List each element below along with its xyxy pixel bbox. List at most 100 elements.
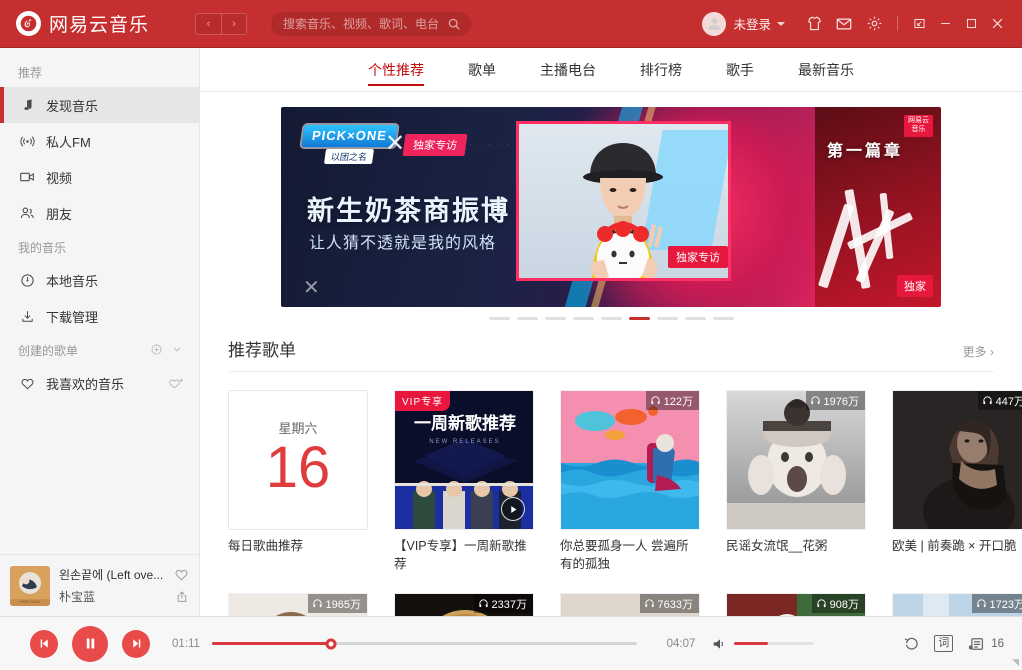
sidebar-item-my-favorite-music[interactable]: 我喜欢的音乐	[0, 365, 199, 401]
playlist-count: 16	[991, 637, 1004, 650]
user-account-button[interactable]: 未登录	[702, 11, 785, 36]
sidebar-item-local-music[interactable]: 本地音乐	[0, 262, 199, 298]
banner-dot[interactable]	[712, 317, 734, 320]
banner-dot[interactable]	[544, 317, 566, 320]
tab-radio[interactable]: 主播电台	[540, 48, 596, 92]
sidebar-group-title-my-music: 我的音乐	[18, 241, 67, 255]
banner-dot[interactable]	[600, 317, 622, 320]
player-bar: 01:11 04:07 词 16 ◥	[0, 616, 1022, 670]
banner-dot[interactable]	[684, 317, 706, 320]
banner-dot[interactable]	[488, 317, 510, 320]
progress-slider[interactable]	[212, 638, 637, 649]
lyrics-icon[interactable]: 词	[934, 635, 954, 652]
close-button[interactable]	[984, 9, 1010, 39]
tab-charts[interactable]: 排行榜	[640, 48, 682, 92]
sidebar-item-label: 视频	[46, 170, 73, 186]
content-scroll[interactable]: PICK×ONE 以团之名 独家专访 ✕ ✕ · · · · · · · · ·…	[200, 92, 1022, 616]
play-count: 1965万	[325, 598, 361, 611]
play-button[interactable]	[501, 497, 525, 521]
tab-personal-recommend[interactable]: 个性推荐	[368, 48, 424, 92]
mail-icon[interactable]	[829, 9, 859, 39]
share-icon[interactable]	[175, 590, 189, 604]
playlist-cover[interactable]: 7633万	[560, 593, 700, 616]
playlist-cover[interactable]: 2337万	[394, 593, 534, 616]
playlist-card[interactable]: 一周新歌推荐 NEW RELEASES VIP专享 【VIP专享】一周新歌推荐	[394, 390, 534, 573]
playlist-cover[interactable]: 1965万	[228, 593, 368, 616]
tab-artists[interactable]: 歌手	[726, 48, 754, 92]
banner[interactable]: PICK×ONE 以团之名 独家专访 ✕ ✕ · · · · · · · · ·…	[281, 107, 941, 307]
minimize-button[interactable]	[932, 9, 958, 39]
banner-photo: 独家专访	[515, 121, 731, 281]
play-count-badge: 1723万	[971, 594, 1022, 613]
playlist-card[interactable]: 122万 你总要孤身一人 尝遍所有的孤独	[560, 390, 700, 573]
playlist-card[interactable]: 2337万	[394, 593, 534, 616]
sidebar: 推荐 发现音乐 私人FM 视频 朋友 我的音乐 本地音乐 下载管理 创建的歌单 …	[0, 48, 200, 616]
playlist-card[interactable]: 908万	[726, 593, 866, 616]
banner-carousel[interactable]: PICK×ONE 以团之名 独家专访 ✕ ✕ · · · · · · · · ·…	[200, 92, 1022, 307]
gear-icon[interactable]	[859, 9, 889, 39]
play-count: 7633万	[657, 598, 693, 611]
playlist-card[interactable]: 7633万	[560, 593, 700, 616]
playlist-cover[interactable]: 447万	[892, 390, 1022, 530]
tab-playlists[interactable]: 歌单	[468, 48, 496, 92]
mini-mode-button[interactable]	[906, 9, 932, 39]
sidebar-item-video[interactable]: 视频	[0, 159, 199, 195]
nav-back-button[interactable]: ‹	[195, 12, 221, 35]
banner-dot[interactable]	[572, 317, 594, 320]
playlist-card[interactable]: 1976万 民谣女流氓__花粥	[726, 390, 866, 573]
now-playing-artist: 朴宝蓝	[59, 590, 96, 604]
volume-slider[interactable]	[734, 642, 814, 645]
banner-main-slide[interactable]: PICK×ONE 以团之名 独家专访 ✕ ✕ · · · · · · · · ·…	[281, 107, 815, 307]
chevron-down-icon[interactable]	[171, 343, 183, 358]
pause-icon[interactable]	[72, 625, 108, 662]
previous-icon[interactable]	[30, 629, 58, 658]
playlist-icon[interactable]	[967, 635, 985, 653]
now-playing-title: 왼손끝에 (Left ove...	[59, 568, 164, 582]
tab-new-music[interactable]: 最新音乐	[798, 48, 854, 92]
content-scrollbar[interactable]	[1017, 92, 1022, 616]
playlist-cover[interactable]: 1976万	[726, 390, 866, 530]
now-playing-panel[interactable]: PARK BOM 왼손끝에 (Left ove... 朴宝蓝	[0, 554, 199, 616]
playlist-card[interactable]: 1965万	[228, 593, 368, 616]
sidebar-item-friends[interactable]: 朋友	[0, 195, 199, 231]
volume-control[interactable]	[711, 636, 814, 652]
playlist-cover[interactable]: 122万	[560, 390, 700, 530]
playlist-cover[interactable]: 908万	[726, 593, 866, 616]
sidebar-item-label: 私人FM	[46, 134, 91, 150]
sidebar-item-personal-fm[interactable]: 私人FM	[0, 123, 199, 159]
skin-icon[interactable]	[799, 9, 829, 39]
progress-handle[interactable]	[325, 638, 337, 649]
current-time: 01:11	[172, 637, 200, 650]
banner-pagination[interactable]	[200, 307, 1022, 326]
search-input[interactable]	[283, 16, 447, 31]
svg-text:NEW RELEASES: NEW RELEASES	[429, 439, 500, 445]
playlist-cover[interactable]: 一周新歌推荐 NEW RELEASES VIP专享	[394, 390, 534, 530]
playlist-card[interactable]: 星期六 16 每日歌曲推荐	[228, 390, 368, 573]
heart-icon	[18, 376, 36, 391]
daily-recommend-calendar[interactable]: 星期六 16	[228, 390, 368, 530]
banner-dot[interactable]	[656, 317, 678, 320]
heart-outline-icon[interactable]	[174, 567, 189, 582]
playlist-cover[interactable]: 1723万	[892, 593, 1022, 616]
next-icon[interactable]	[122, 629, 150, 658]
sidebar-item-download-manager[interactable]: 下载管理	[0, 298, 199, 334]
playlist-card[interactable]: 447万 欧美 | 前奏跪 × 开口脆	[892, 390, 1022, 573]
maximize-button[interactable]	[958, 9, 984, 39]
sidebar-item-discover-music[interactable]: 发现音乐	[0, 87, 199, 123]
plus-icon[interactable]	[150, 343, 163, 359]
banner-side-slide[interactable]: 网易云 音乐 第一篇章 独家	[815, 107, 941, 307]
banner-dot[interactable]	[516, 317, 538, 320]
banner-dot-active[interactable]	[628, 317, 650, 320]
search-box[interactable]	[271, 11, 471, 36]
playlist-card[interactable]: 1723万	[892, 593, 1022, 616]
nav-forward-button[interactable]: ›	[221, 12, 247, 35]
svg-text:一周新歌推荐: 一周新歌推荐	[414, 413, 516, 433]
section-more-link[interactable]: 更多 ›	[963, 343, 994, 360]
banner-side-badge: 独家	[897, 275, 933, 297]
heart-sync-icon[interactable]	[166, 377, 199, 390]
repeat-icon[interactable]	[903, 635, 920, 652]
resize-grip[interactable]: ◥	[1012, 657, 1019, 668]
volume-icon[interactable]	[711, 636, 727, 652]
sidebar-group-title-created-playlists: 创建的歌单	[0, 334, 199, 365]
netease-logo-icon	[16, 11, 41, 36]
